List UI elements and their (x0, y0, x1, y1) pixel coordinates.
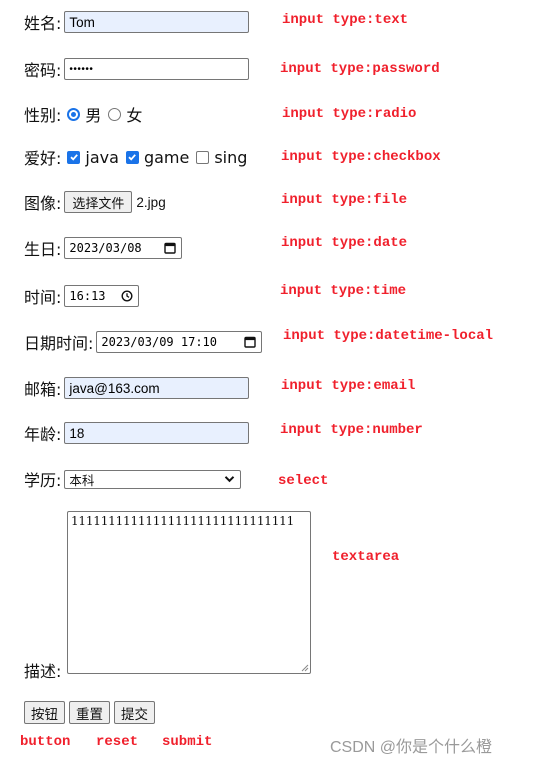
image-label: 图像: (24, 194, 62, 213)
birthday-value: 2023/03/08 (69, 241, 142, 255)
datetime-row: 日期时间: 2023/03/09 17:10 (24, 330, 263, 354)
choose-file-button[interactable]: 选择文件 (64, 191, 133, 213)
gender-radio-male[interactable] (67, 107, 81, 121)
calendar-icon[interactable] (163, 241, 177, 255)
education-type-note: select (278, 473, 329, 489)
age-input[interactable]: 18 (64, 422, 250, 444)
hobby-label: 爱好: (24, 149, 62, 168)
education-select[interactable]: 本科 (64, 469, 242, 489)
button-type-note: button (20, 734, 71, 750)
description-type-note: textarea (332, 549, 400, 565)
description-label: 描述: (24, 662, 62, 681)
hobby-type-note: input type:checkbox (281, 149, 441, 165)
education-label: 学历: (24, 471, 62, 490)
age-row: 年龄: 18 (24, 421, 250, 445)
time-value: 16:13 (69, 289, 106, 303)
submit-type-note: submit (162, 734, 213, 750)
birthday-label: 生日: (24, 240, 62, 259)
calendar-icon[interactable] (243, 335, 257, 349)
datetime-value: 2023/03/09 17:10 (101, 335, 217, 349)
button-row: 按钮 重置 提交 (24, 701, 159, 724)
gender-row: 性别: 男 女 (24, 103, 146, 125)
datetime-input[interactable]: 2023/03/09 17:10 (96, 331, 263, 353)
time-row: 时间: 16:13 (24, 284, 140, 308)
description-value: 111111111111111111111111111111 (71, 514, 295, 528)
education-selected: 本科 (69, 472, 95, 488)
birthday-input[interactable]: 2023/03/08 (64, 237, 183, 259)
plain-button[interactable]: 按钮 (24, 701, 65, 724)
hobby-row: 爱好: java game sing (24, 146, 251, 169)
email-label: 邮箱: (24, 380, 62, 399)
time-label: 时间: (24, 288, 62, 307)
hobby-option-game-label: game (143, 147, 190, 167)
hobby-checkbox-sing[interactable] (196, 150, 210, 164)
reset-type-note: reset (96, 734, 139, 750)
checkmark-icon (70, 154, 78, 161)
gender-type-note: input type:radio (282, 106, 417, 122)
name-input[interactable]: Tom (64, 11, 250, 33)
time-type-note: input type:time (280, 283, 407, 299)
gender-option-male-label: 男 (85, 106, 102, 125)
name-type-note: input type:text (282, 12, 409, 28)
submit-button[interactable]: 提交 (114, 701, 155, 724)
reset-button[interactable]: 重置 (69, 701, 110, 724)
email-type-note: input type:email (281, 378, 416, 394)
birthday-type-note: input type:date (281, 235, 408, 251)
resize-grip-icon[interactable] (300, 663, 309, 672)
education-row: 学历: 本科 (24, 468, 242, 490)
gender-label: 性别: (24, 106, 62, 125)
hobby-option-sing-label: sing (214, 147, 248, 167)
name-label: 姓名: (24, 14, 62, 33)
email-row: 邮箱: java@163.com (24, 376, 250, 400)
checkmark-icon (128, 154, 137, 161)
gender-radio-female[interactable] (108, 107, 122, 121)
file-name: 2.jpg (136, 194, 166, 210)
datetime-type-note: input type:datetime-local (283, 328, 494, 344)
datetime-label: 日期时间: (24, 334, 94, 353)
hobby-option-java-label: java (85, 147, 119, 167)
name-row: 姓名: Tom (24, 10, 250, 34)
password-row: 密码: •••••• (24, 57, 250, 81)
description-textarea[interactable]: 111111111111111111111111111111 (67, 511, 311, 674)
clock-icon[interactable] (120, 289, 134, 303)
image-type-note: input type:file (281, 192, 408, 208)
birthday-row: 生日: 2023/03/08 (24, 236, 183, 260)
time-input[interactable]: 16:13 (64, 285, 140, 307)
image-row: 图像: 选择文件 2.jpg (24, 190, 166, 214)
age-type-note: input type:number (280, 422, 423, 438)
chevron-down-icon (222, 472, 236, 486)
password-type-note: input type:password (280, 61, 440, 77)
email-input[interactable]: java@163.com (64, 377, 250, 399)
hobby-checkbox-java[interactable] (67, 150, 81, 164)
password-label: 密码: (24, 61, 62, 80)
hobby-checkbox-game[interactable] (125, 150, 139, 164)
password-input[interactable]: •••••• (64, 58, 250, 80)
description-row: 描述: (24, 658, 64, 682)
age-label: 年龄: (24, 425, 62, 444)
gender-option-female-label: 女 (126, 106, 143, 125)
watermark: CSDN @你是个什么橙 (330, 739, 493, 756)
